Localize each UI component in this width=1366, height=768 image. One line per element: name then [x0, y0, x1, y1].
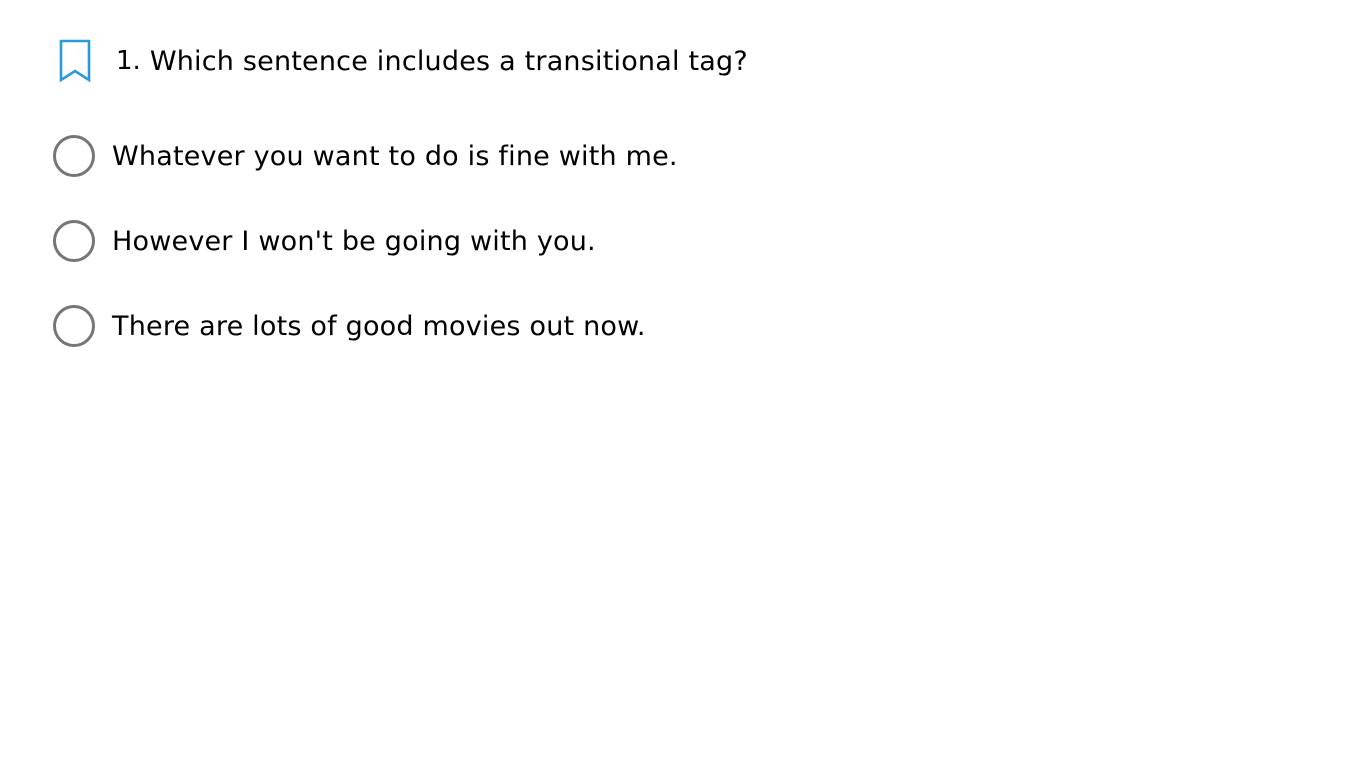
answer-option-1[interactable]: Whatever you want to do is fine with me.: [53, 133, 678, 179]
answer-option-label: Whatever you want to do is fine with me.: [112, 140, 678, 172]
answer-option-3[interactable]: There are lots of good movies out now.: [53, 303, 678, 349]
question-number: 1.: [116, 46, 141, 76]
answer-options: Whatever you want to do is fine with me.…: [53, 133, 678, 388]
bookmark-button[interactable]: [56, 38, 93, 84]
bookmark-icon: [59, 39, 90, 83]
question-text: Which sentence includes a transitional t…: [149, 45, 748, 77]
radio-button[interactable]: [53, 135, 95, 177]
radio-button[interactable]: [53, 305, 95, 347]
answer-option-label: There are lots of good movies out now.: [112, 310, 646, 342]
radio-button[interactable]: [53, 220, 95, 262]
answer-option-label: However I won't be going with you.: [112, 225, 596, 257]
question-header: 1. Which sentence includes a transitiona…: [56, 38, 748, 84]
answer-option-2[interactable]: However I won't be going with you.: [53, 218, 678, 264]
